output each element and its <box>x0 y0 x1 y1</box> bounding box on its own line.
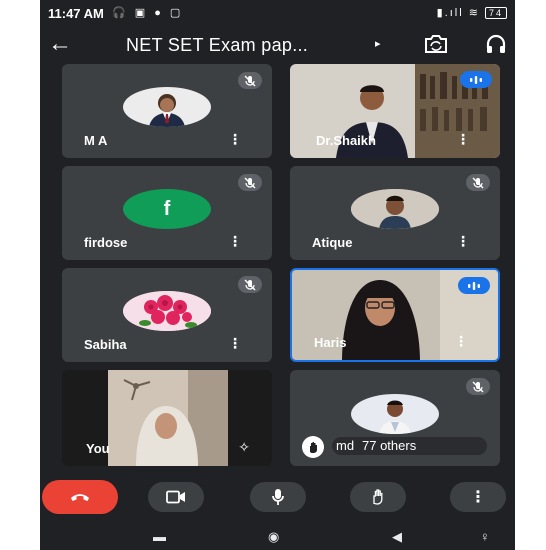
end-call-button[interactable] <box>42 480 118 514</box>
participant-tile-firdose[interactable]: f firdose ⋮ <box>62 166 272 260</box>
participant-name-prefix: md <box>336 438 355 453</box>
mic-off-icon <box>238 276 262 293</box>
accessibility-icon[interactable]: ♀ <box>480 529 490 544</box>
self-view-tile[interactable]: You ✧ <box>62 370 272 466</box>
effects-sparkle-icon[interactable]: ✧ <box>238 439 250 456</box>
avatar-photo <box>351 189 439 229</box>
more-vert-icon: ⋮ <box>470 489 486 506</box>
participant-tile-haris[interactable]: Haris ⋮ <box>290 268 500 362</box>
mic-off-icon <box>466 174 490 191</box>
video-camera-icon <box>166 490 185 504</box>
wifi-icon: ≋ <box>468 7 480 19</box>
participant-name: Atique <box>312 235 353 250</box>
mic-off-icon <box>238 174 262 191</box>
more-options-button[interactable]: ⋮ <box>450 482 506 512</box>
raise-hand-button[interactable] <box>350 482 406 512</box>
recents-icon[interactable]: ▬ <box>153 529 166 544</box>
mic-off-icon <box>466 378 490 395</box>
more-options-icon[interactable]: ⋮ <box>228 335 242 352</box>
others-tile[interactable]: md 77 others <box>290 370 500 466</box>
avatar-initial: f <box>123 189 211 229</box>
participant-name: Haris <box>314 335 347 350</box>
avatar-letter: f <box>163 197 171 220</box>
caret-right-icon[interactable]: ▸ <box>375 37 381 50</box>
system-nav-bar: ▬ ◉ ◀ ♀ <box>40 522 515 550</box>
camera-toggle-button[interactable] <box>148 482 204 512</box>
hand-icon <box>373 489 383 505</box>
participant-name: firdose <box>84 235 128 250</box>
meeting-title[interactable]: NET SET Exam pap... <box>126 35 308 56</box>
meeting-header: ← NET SET Exam pap... ▸ <box>40 26 515 66</box>
avatar-flowers <box>123 291 211 331</box>
more-options-icon[interactable]: ⋮ <box>454 333 468 350</box>
battery-icon: 74 <box>484 7 507 19</box>
participant-tile-atique[interactable]: Atique ⋮ <box>290 166 500 260</box>
microphone-icon <box>272 489 284 505</box>
switch-camera-icon[interactable] <box>422 32 450 61</box>
headphones-icon[interactable] <box>484 32 508 61</box>
signal-icon: ▮.ıll <box>436 7 464 19</box>
others-label-pill: md 77 others <box>332 437 487 455</box>
microphone-toggle-button[interactable] <box>250 482 306 512</box>
more-options-icon[interactable]: ⋮ <box>228 131 242 148</box>
participant-name: Sabiha <box>84 337 127 352</box>
participant-tile-ma[interactable]: M A ⋮ <box>62 64 272 158</box>
call-controls: ⋮ <box>40 474 515 518</box>
meet-call-screen: 11:47 AM 🎧 ▣ ● ▢ ▮.ıll ≋ 74 ← NET SET Ex… <box>40 0 515 550</box>
status-bar: 11:47 AM 🎧 ▣ ● ▢ ▮.ıll ≋ 74 <box>40 0 515 26</box>
home-icon[interactable]: ◉ <box>268 529 279 545</box>
participant-name: M A <box>84 133 108 148</box>
avatar-photo <box>123 87 211 127</box>
system-indicators: ▮.ıll ≋ 74 <box>437 6 507 19</box>
participant-name: You <box>86 441 110 456</box>
self-video-feed <box>108 370 228 466</box>
more-options-icon[interactable]: ⋮ <box>456 233 470 250</box>
speaking-indicator-icon <box>458 277 490 294</box>
phone-hangup-icon <box>71 494 89 501</box>
participant-name: Dr.Shaikh <box>316 133 376 148</box>
speaking-indicator-icon <box>460 71 492 88</box>
mic-off-icon <box>238 72 262 89</box>
participant-tile-drshaikh[interactable]: Dr.Shaikh ⋮ <box>290 64 500 158</box>
others-count: 77 others <box>362 438 417 453</box>
raised-hand-icon <box>302 436 324 458</box>
back-arrow-icon[interactable]: ← <box>48 30 72 58</box>
more-options-icon[interactable]: ⋮ <box>228 233 242 250</box>
notification-icons: 🎧 ▣ ● ▢ <box>112 7 184 19</box>
back-icon[interactable]: ◀ <box>392 529 402 545</box>
more-options-icon[interactable]: ⋮ <box>456 131 470 148</box>
participant-tile-sabiha[interactable]: Sabiha ⋮ <box>62 268 272 362</box>
avatar-photo <box>351 394 439 434</box>
status-time: 11:47 AM <box>48 6 104 21</box>
